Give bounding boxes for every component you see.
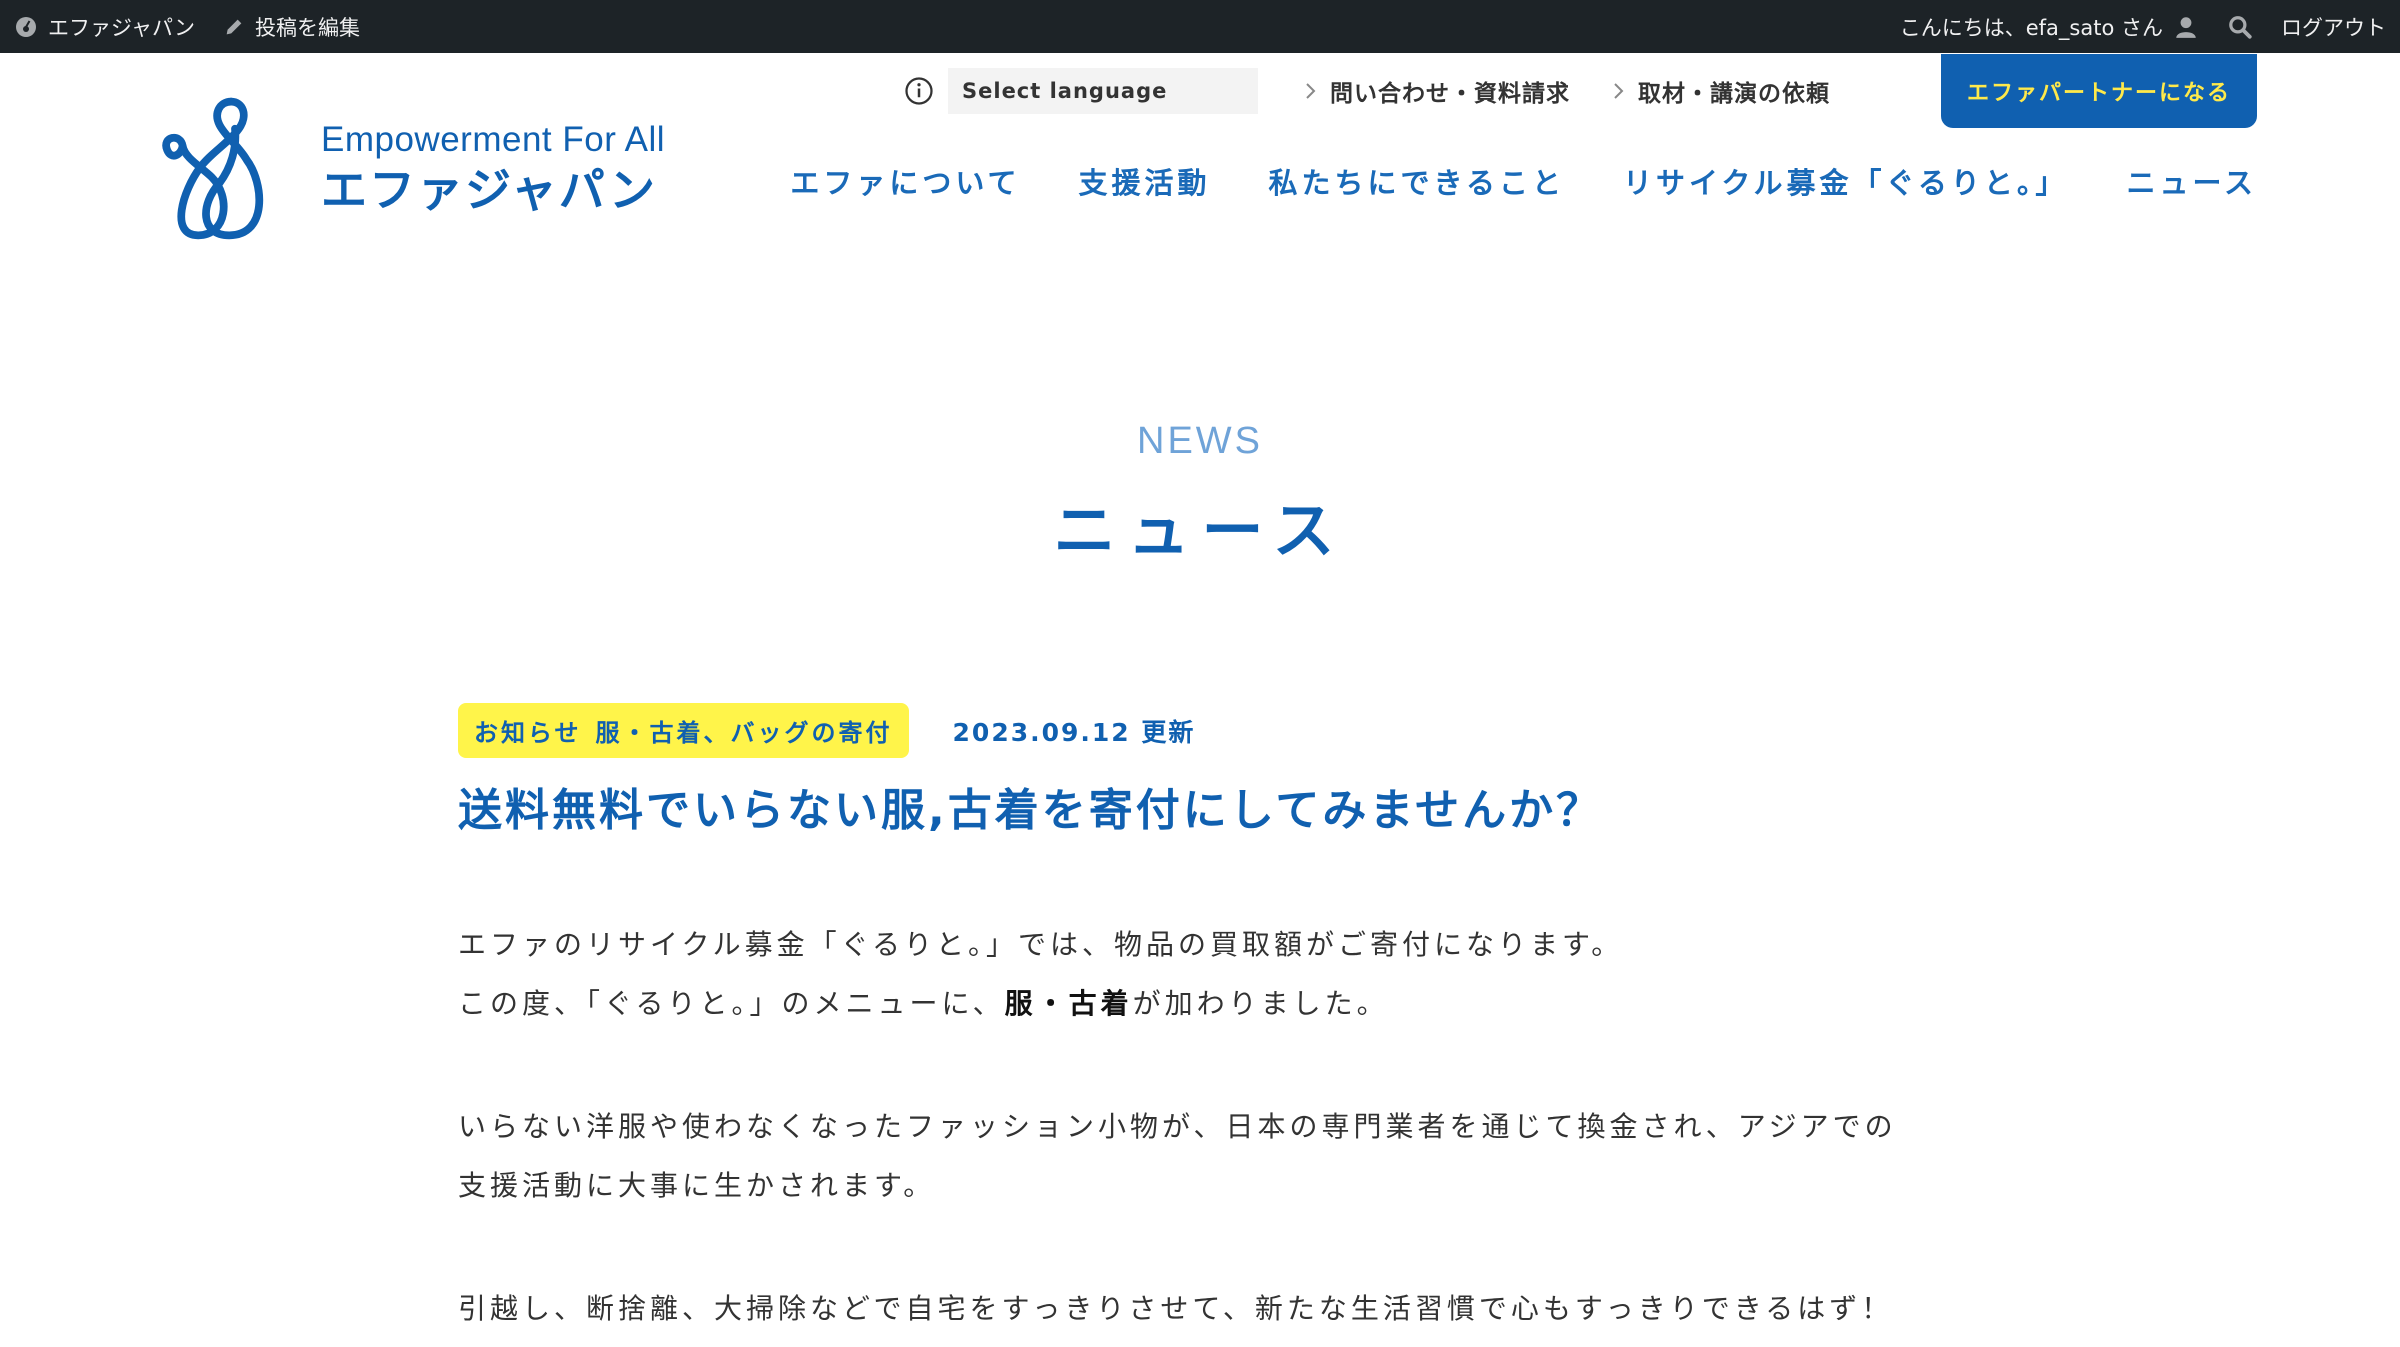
text-span: この度、「ぐるりと。」のメニューに、 <box>458 987 1005 1020</box>
logout-label: ログアウト <box>2281 15 2386 40</box>
category-link[interactable]: お知らせ <box>474 719 582 747</box>
nav-recycle-donation[interactable]: リサイクル募金「ぐるりと。」 <box>1623 160 2068 202</box>
emphasis-text: 服・古着 <box>1004 987 1133 1020</box>
dashboard-icon <box>14 15 38 39</box>
page-title: ニュース <box>1053 494 1347 567</box>
article-title: 送料無料でいらない服,古着を寄付にしてみませんか？ <box>458 785 1604 836</box>
paragraph: エファのリサイクル募金「ぐるりと。」では、物品の買取額がご寄付になります。 <box>458 928 1624 961</box>
paragraph: いらない洋服や使わなくなったファッション小物が、日本の専門業者を通じて換金され、… <box>458 1110 1897 1143</box>
main-navigation: エファについて 支援活動 私たちにできること リサイクル募金「ぐるりと。」 ニュ… <box>732 160 2257 202</box>
paragraph: 引越し、断捨離、大掃除などで自宅をすっきりさせて、新たな生活習慣で心もすっきりで… <box>458 1292 1894 1325</box>
article-body: エファのリサイクル募金「ぐるりと。」では、物品の買取額がご寄付になります。 この… <box>458 915 1958 1338</box>
article-meta: お知らせ 服・古着、バッグの寄付 2023.09.12 更新 <box>458 703 1195 758</box>
coverage-request-link[interactable]: 取材・講演の依頼 <box>1612 74 1830 108</box>
logo-english: Empowerment For All <box>321 120 666 159</box>
article-date: 2023.09.12 更新 <box>952 717 1196 747</box>
admin-site-name: エファジャパン <box>48 15 195 40</box>
nav-activities[interactable]: 支援活動 <box>1079 160 1211 202</box>
coverage-request-label: 取材・講演の依頼 <box>1638 81 1830 107</box>
user-avatar-icon <box>2173 14 2199 40</box>
contact-link[interactable]: 問い合わせ・資料請求 <box>1304 74 1570 108</box>
language-select[interactable]: Select language <box>948 68 1258 114</box>
admin-bar: エファジャパン 投稿を編集 こんにちは、efa_sato さん ログアウト <box>0 0 2400 53</box>
language-select-label: Select language <box>962 79 1168 103</box>
greeting-text: こんにちは、efa_sato さん <box>1899 15 2163 40</box>
paragraph: 支援活動に大事に生かされます。 <box>458 1169 936 1202</box>
page-heading-en: NEWS <box>1137 420 1263 462</box>
chevron-right-icon <box>1304 81 1318 101</box>
logo-mark-icon <box>162 97 264 240</box>
admin-site-link[interactable]: エファジャパン <box>0 0 209 53</box>
search-icon <box>2227 14 2253 40</box>
site-logo[interactable]: Empowerment For All エファジャパン <box>142 90 665 245</box>
chevron-right-icon <box>1612 81 1626 101</box>
category-link[interactable]: 服・古着、バッグの寄付 <box>596 719 893 747</box>
logo-japanese: エファジャパン <box>321 163 657 217</box>
contact-label: 問い合わせ・資料請求 <box>1330 81 1570 107</box>
utility-bar: Select language 問い合わせ・資料請求 取材・講演の依頼 エファパ… <box>904 54 2257 128</box>
edit-post-label: 投稿を編集 <box>255 15 360 40</box>
edit-post-link[interactable]: 投稿を編集 <box>209 0 374 53</box>
nav-news[interactable]: ニュース <box>2126 160 2257 202</box>
nav-about[interactable]: エファについて <box>790 160 1020 202</box>
category-badge: お知らせ 服・古着、バッグの寄付 <box>458 703 909 758</box>
become-partner-button[interactable]: エファパートナーになる <box>1940 54 2257 128</box>
admin-account-menu[interactable]: こんにちは、efa_sato さん <box>1886 12 2213 42</box>
text-span: が加わりました。 <box>1132 987 1389 1020</box>
pencil-icon <box>223 16 245 38</box>
logout-link[interactable]: ログアウト <box>2267 0 2400 53</box>
paragraph: この度、「ぐるりと。」のメニューに、服・古着が加わりました。 <box>458 974 1958 1033</box>
become-partner-label: エファパートナーになる <box>1966 81 2231 106</box>
info-icon <box>904 76 934 106</box>
admin-search-button[interactable] <box>2213 0 2267 53</box>
nav-what-we-can-do[interactable]: 私たちにできること <box>1269 160 1565 202</box>
